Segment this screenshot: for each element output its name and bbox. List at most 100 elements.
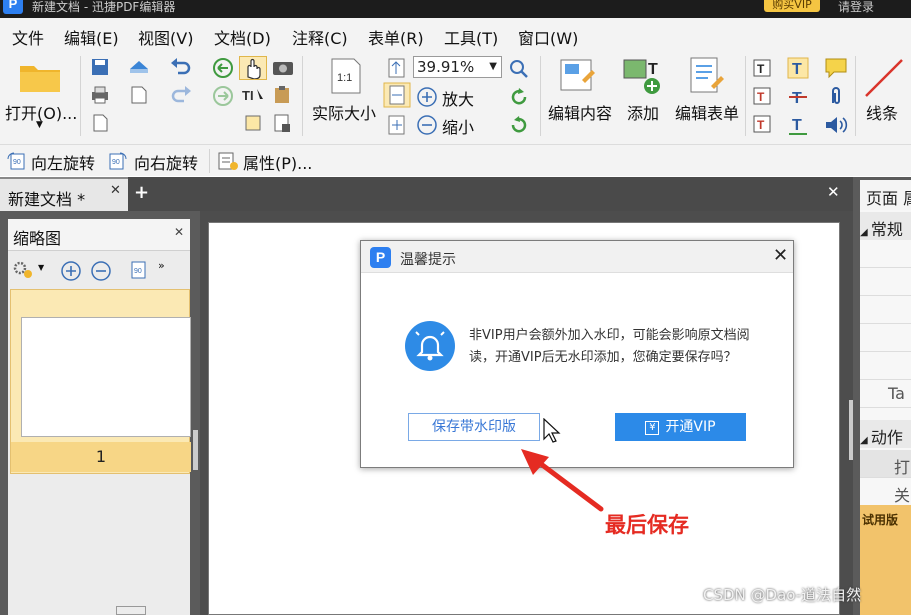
open-vip-button[interactable]: ¥ 开通VIP (615, 413, 746, 441)
page-thumbnail[interactable]: 1 (10, 289, 191, 474)
document-icon[interactable] (90, 113, 110, 133)
underline-icon[interactable]: T (787, 114, 809, 136)
edit-content-button[interactable]: 编辑内容 (548, 100, 612, 124)
chevron-down-icon[interactable]: ▼ (38, 263, 44, 272)
menu-window[interactable]: 窗口(W) (518, 25, 578, 49)
rotate-left-button[interactable]: 向左旋转 (31, 150, 95, 174)
title-bar: P 新建文档 - 迅捷PDF编辑器 购买VIP 请登录 (0, 0, 911, 18)
save-icon[interactable] (90, 57, 110, 77)
rotate-right-button[interactable]: 向右旋转 (134, 150, 198, 174)
panel-splitter[interactable] (193, 430, 198, 470)
properties-body: ◢ 常规 Ta ◢ 动作 打 关 试用版 (860, 210, 911, 615)
menu-document[interactable]: 文档(D) (214, 25, 271, 49)
menu-view[interactable]: 视图(V) (138, 25, 193, 49)
rotate-ccw-icon[interactable] (508, 86, 530, 108)
zoom-in-button[interactable]: 放大 (442, 86, 474, 110)
rotate-page-icon[interactable]: 90 (126, 259, 150, 281)
sound-icon[interactable] (824, 114, 848, 136)
select-text-icon[interactable]: TI (242, 85, 266, 105)
properties-icon[interactable] (217, 151, 239, 171)
document-tab-strip: 新建文档 * ✕ + ✕ (0, 177, 853, 211)
zoom-select[interactable]: 39.91% ▼ (413, 56, 502, 78)
thumbnail-page-number: 1 (11, 442, 191, 472)
menu-bar: 文件 编辑(E) 视图(V) 文档(D) 注释(C) 表单(R) 工具(T) 窗… (0, 18, 911, 52)
close-icon[interactable]: ✕ (827, 183, 840, 201)
app-logo-icon: P (3, 0, 23, 14)
tab-new-document[interactable]: 新建文档 * ✕ (0, 177, 128, 211)
section-action[interactable]: ◢ 动作 (860, 420, 911, 448)
line-button[interactable]: 线条 (866, 100, 898, 124)
add-icon[interactable]: T (622, 56, 666, 96)
trial-banner[interactable]: 试用版 (860, 505, 911, 615)
text-callout-icon[interactable]: T (752, 114, 772, 134)
note-icon[interactable] (824, 57, 848, 79)
redo-icon[interactable] (170, 85, 192, 105)
open-folder-icon[interactable] (18, 58, 62, 94)
hand-tool-button[interactable] (239, 56, 267, 80)
zoom-value: 39.91% (417, 58, 475, 76)
more-icon[interactable]: » (158, 259, 165, 272)
actual-size-button[interactable]: 实际大小 (312, 100, 376, 124)
rotate-right-icon[interactable]: 90 (108, 151, 128, 171)
rotate-cw-icon[interactable] (508, 114, 530, 136)
property-row[interactable]: 打 (860, 450, 911, 478)
new-tab-icon[interactable]: + (134, 182, 149, 203)
zoom-out-button[interactable]: 缩小 (442, 114, 474, 138)
edit-form-icon[interactable] (687, 56, 727, 96)
print-icon[interactable] (90, 85, 110, 105)
menu-file[interactable]: 文件 (12, 25, 44, 49)
snapshot-icon[interactable] (272, 58, 294, 76)
open-dropdown-icon[interactable]: ▼ (36, 120, 43, 130)
line-icon[interactable] (862, 56, 906, 100)
page-tools-icon[interactable] (272, 112, 294, 134)
edit-content-icon[interactable] (558, 56, 596, 96)
text-box-icon[interactable]: T (752, 58, 772, 78)
actual-size-icon[interactable]: 1:1 (330, 57, 362, 95)
fit-visible-icon[interactable] (386, 114, 408, 136)
back-arrow-icon[interactable] (212, 57, 234, 79)
scan-icon[interactable] (128, 57, 150, 75)
properties-title: 页面 属性 (860, 180, 911, 210)
mouse-cursor-icon (543, 418, 561, 443)
login-link[interactable]: 请登录 (838, 0, 874, 15)
property-row[interactable]: 关 (860, 478, 911, 506)
buy-vip-button[interactable]: 购买VIP (764, 0, 820, 12)
paste-icon[interactable] (272, 85, 294, 105)
properties-button[interactable]: 属性(P)... (243, 150, 312, 174)
strikethrough-icon[interactable]: T (787, 86, 809, 108)
magnifier-icon[interactable] (508, 58, 530, 80)
property-row[interactable]: Ta (860, 380, 911, 408)
bell-icon (405, 321, 455, 371)
menu-tools[interactable]: 工具(T) (444, 25, 498, 49)
forward-arrow-icon[interactable] (212, 85, 234, 107)
zoom-out-icon[interactable] (416, 114, 438, 136)
close-icon[interactable]: ✕ (773, 245, 788, 266)
new-page-icon[interactable] (128, 85, 150, 105)
undo-icon[interactable] (170, 57, 192, 77)
fit-page-icon[interactable] (386, 57, 408, 79)
section-general[interactable]: ◢ 常规 (860, 212, 911, 240)
add-button[interactable]: 添加 (627, 100, 659, 124)
close-icon[interactable]: ✕ (174, 225, 184, 239)
zoom-out-icon[interactable] (90, 260, 112, 282)
fit-width-icon[interactable] (383, 82, 411, 108)
attachment-icon[interactable] (826, 85, 846, 107)
text-field-icon[interactable]: T (752, 86, 772, 106)
menu-edit[interactable]: 编辑(E) (64, 25, 119, 49)
save-with-watermark-button[interactable]: 保存带水印版 (408, 413, 540, 441)
annotation-label: 最后保存 (605, 513, 689, 537)
svg-text:1:1: 1:1 (337, 72, 352, 84)
crop-icon[interactable] (242, 112, 264, 134)
menu-form[interactable]: 表单(R) (368, 25, 424, 49)
edit-form-button[interactable]: 编辑表单 (675, 100, 739, 124)
rotate-left-icon[interactable]: 90 (6, 151, 26, 171)
page-indicator (116, 606, 146, 615)
typewriter-icon[interactable]: T (787, 57, 809, 79)
gear-icon[interactable] (12, 260, 36, 280)
svg-text:T: T (792, 117, 802, 134)
menu-comment[interactable]: 注释(C) (292, 25, 348, 49)
zoom-in-icon[interactable] (416, 86, 438, 108)
watermark-text: CSDN @Dao-道法自然 (703, 586, 862, 604)
close-icon[interactable]: ✕ (110, 183, 121, 198)
zoom-in-icon[interactable] (60, 260, 82, 282)
